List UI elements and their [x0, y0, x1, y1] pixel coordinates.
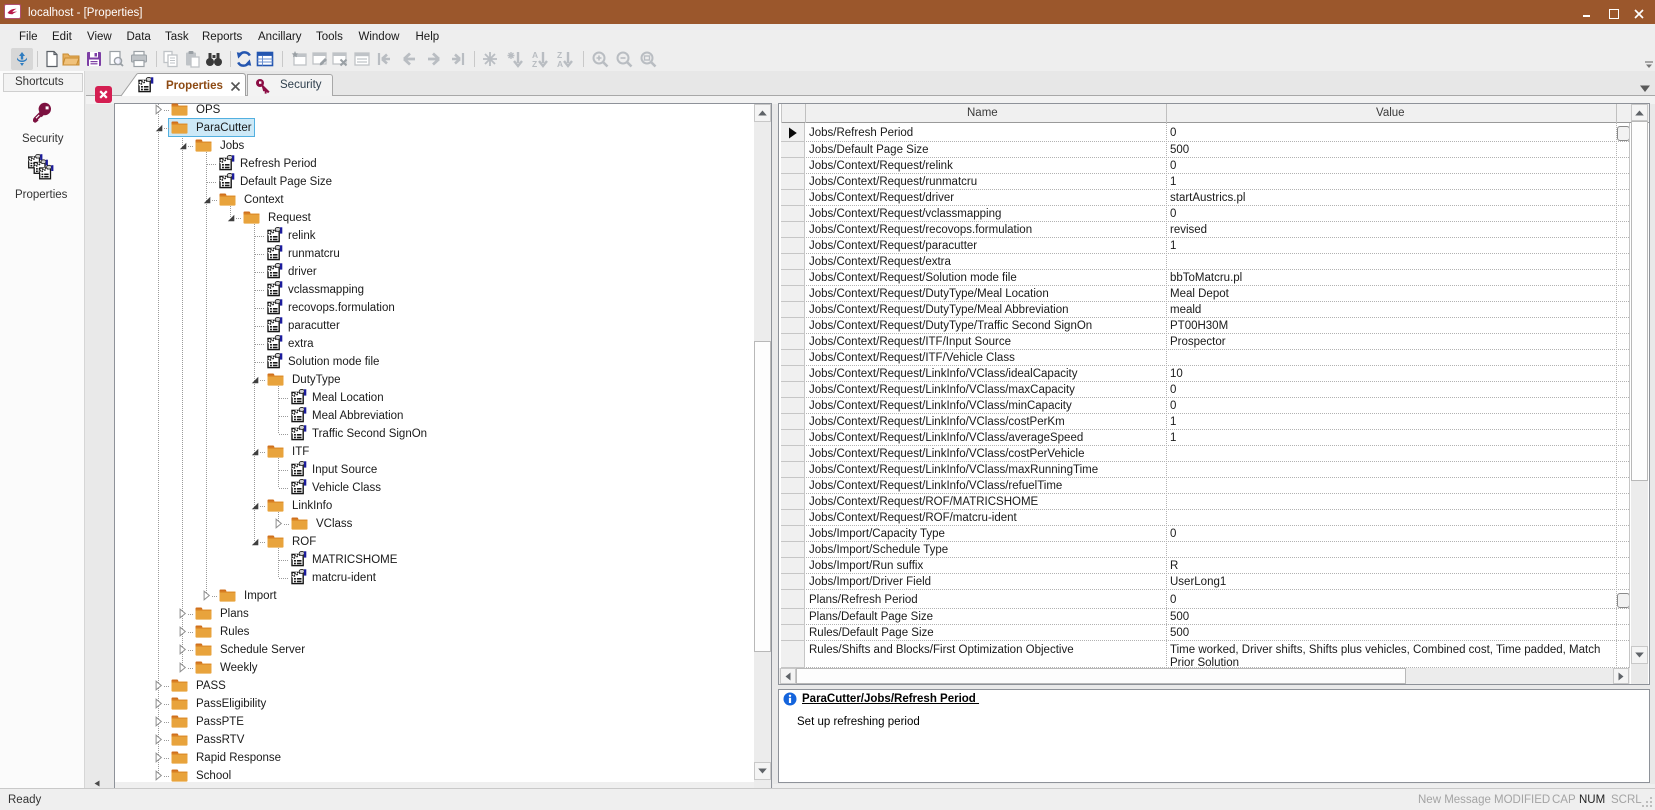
- svg-text:Z: Z: [532, 59, 537, 68]
- svg-text:A: A: [557, 59, 563, 68]
